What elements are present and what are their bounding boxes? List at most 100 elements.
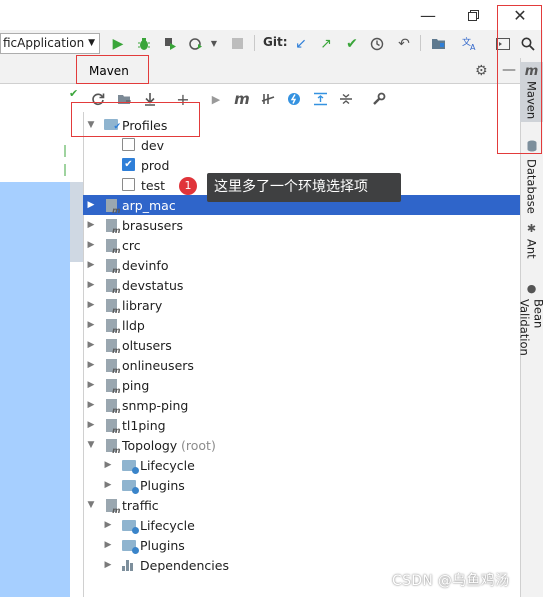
run-with-coverage-icon[interactable]: [160, 33, 180, 54]
collapsed-triangle-icon[interactable]: ▶: [85, 380, 97, 390]
git-rollback-icon[interactable]: ↶: [394, 33, 414, 54]
tree-node-topology[interactable]: ▼ Topology (root): [83, 435, 520, 455]
chevron-down-icon: ▼: [88, 38, 95, 48]
tool-tab-ant[interactable]: ✱ Ant: [520, 222, 543, 264]
toggle-offline-mode-icon[interactable]: [257, 89, 279, 109]
lifecycle-folder-icon: [122, 460, 139, 474]
module-label: tl1ping: [122, 417, 166, 433]
tree-node-module[interactable]: ▶ crc: [83, 235, 520, 255]
tree-node-module[interactable]: ▶ tl1ping: [83, 415, 520, 435]
module-label: library: [122, 297, 163, 313]
maximize-icon[interactable]: [450, 0, 496, 30]
minimize-icon[interactable]: —: [405, 0, 451, 30]
dependencies-icon: [122, 559, 136, 571]
profile-checkbox[interactable]: [122, 178, 135, 191]
expanded-triangle-icon[interactable]: ▼: [85, 440, 97, 450]
maven-module-icon: [104, 258, 121, 275]
maven-module-icon: [104, 418, 121, 435]
collapsed-triangle-icon[interactable]: ▶: [85, 280, 97, 290]
profiler-icon[interactable]: [186, 33, 206, 54]
tool-tab-label: Ant: [524, 239, 539, 259]
tool-tab-label: Bean Validation: [517, 299, 543, 356]
tool-tab-bean-validation[interactable]: ● Bean Validation: [517, 282, 543, 387]
vcs-change-marker: [64, 145, 66, 157]
git-push-icon[interactable]: ↗: [316, 33, 336, 54]
git-update-icon[interactable]: ↙: [291, 33, 311, 54]
tree-node-module[interactable]: ▶ devstatus: [83, 275, 520, 295]
collapsed-triangle-icon[interactable]: ▶: [85, 200, 97, 210]
module-label: brasusers: [122, 217, 184, 233]
vcs-change-marker: [64, 164, 66, 176]
module-label: snmp-ping: [122, 397, 189, 413]
tree-node-lifecycle[interactable]: ▶ Lifecycle: [83, 455, 520, 475]
collapsed-triangle-icon[interactable]: ▶: [85, 220, 97, 230]
expanded-triangle-icon[interactable]: ▼: [85, 500, 97, 510]
node-label: Plugins: [140, 537, 185, 553]
profile-item-prod[interactable]: ✔ prod: [83, 155, 520, 175]
run-maven-build-icon[interactable]: ▶: [205, 89, 227, 109]
collapsed-triangle-icon[interactable]: ▶: [85, 320, 97, 330]
profile-item-dev[interactable]: dev: [83, 135, 520, 155]
maven-module-icon: [104, 338, 121, 355]
maven-module-icon: [104, 398, 121, 415]
show-dependencies-icon[interactable]: [309, 89, 331, 109]
run-icon[interactable]: ▶: [108, 33, 128, 54]
tree-node-plugins[interactable]: ▶ Plugins: [83, 475, 520, 495]
collapsed-triangle-icon[interactable]: ▶: [85, 420, 97, 430]
collapsed-triangle-icon[interactable]: ▶: [85, 400, 97, 410]
stop-icon[interactable]: [227, 33, 247, 54]
tree-node-plugins[interactable]: ▶ Plugins: [83, 535, 520, 555]
ant-icon: ✱: [526, 222, 537, 235]
debug-icon[interactable]: [134, 33, 154, 54]
collapsed-triangle-icon[interactable]: ▶: [102, 480, 114, 490]
collapsed-triangle-icon[interactable]: ▶: [85, 340, 97, 350]
collapsed-triangle-icon[interactable]: ▶: [102, 520, 114, 530]
project-structure-icon[interactable]: [428, 33, 448, 54]
profile-label: test: [141, 177, 166, 193]
collapse-all-icon[interactable]: [335, 89, 357, 109]
collapsed-triangle-icon[interactable]: ▶: [85, 300, 97, 310]
translate-icon[interactable]: 文A: [460, 33, 480, 54]
module-label: lldp: [122, 317, 145, 333]
profile-checkbox[interactable]: [122, 138, 135, 151]
collapsed-triangle-icon[interactable]: ▶: [85, 260, 97, 270]
inspection-ok-icon: ✔: [69, 87, 79, 100]
collapsed-triangle-icon[interactable]: ▶: [102, 540, 114, 550]
module-label: oltusers: [122, 337, 172, 353]
tree-node-module[interactable]: ▶ brasusers: [83, 215, 520, 235]
maven-module-icon: [104, 238, 121, 255]
collapsed-triangle-icon[interactable]: ▶: [85, 360, 97, 370]
run-options-chevron-icon[interactable]: ▼: [204, 33, 224, 54]
tree-node-module[interactable]: ▶ onlineusers: [83, 355, 520, 375]
toolbar-separator: [254, 35, 255, 51]
tree-node-module[interactable]: ▶ ping: [83, 375, 520, 395]
editor-scrollbar[interactable]: [70, 182, 83, 262]
git-commit-icon[interactable]: ✔: [342, 33, 362, 54]
collapsed-triangle-icon[interactable]: ▶: [85, 240, 97, 250]
node-label: Plugins: [140, 477, 185, 493]
window-title-bar: — ✕: [0, 0, 543, 30]
tree-node-module[interactable]: ▶ lldp: [83, 315, 520, 335]
tree-node-module[interactable]: ▶ snmp-ping: [83, 395, 520, 415]
gear-icon[interactable]: ⚙: [475, 63, 488, 79]
root-suffix: (root): [181, 437, 216, 453]
tree-node-traffic[interactable]: ▼ traffic: [83, 495, 520, 515]
watermark: CSDN @乌鱼鸡汤: [392, 573, 510, 589]
maven-settings-wrench-icon[interactable]: [368, 89, 390, 109]
tree-node-module[interactable]: ▶ library: [83, 295, 520, 315]
tree-node-module[interactable]: ▶ oltusers: [83, 335, 520, 355]
run-configuration-select[interactable]: ficApplication ▼: [0, 33, 100, 54]
module-label: onlineusers: [122, 357, 194, 373]
profile-checkbox-checked[interactable]: ✔: [122, 158, 135, 171]
collapsed-triangle-icon[interactable]: ▶: [102, 560, 114, 570]
execute-maven-goal-icon[interactable]: m: [231, 89, 253, 109]
tree-node-module[interactable]: ▶ devinfo: [83, 255, 520, 275]
git-history-icon[interactable]: [367, 33, 387, 54]
skip-tests-icon[interactable]: [283, 89, 305, 109]
git-label: Git:: [263, 35, 288, 49]
lifecycle-folder-icon: [122, 520, 139, 534]
module-label: traffic: [122, 497, 159, 513]
collapsed-triangle-icon[interactable]: ▶: [102, 460, 114, 470]
tree-node-lifecycle[interactable]: ▶ Lifecycle: [83, 515, 520, 535]
profile-label: prod: [141, 157, 170, 173]
